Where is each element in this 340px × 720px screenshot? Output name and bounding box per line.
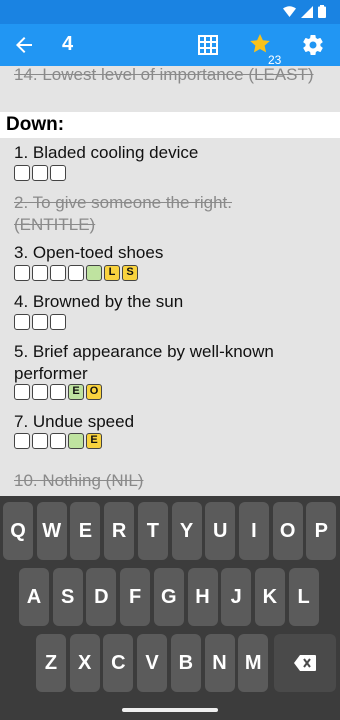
answer-boxes-down-1[interactable] xyxy=(14,165,66,181)
answer-box[interactable] xyxy=(86,265,102,281)
answer-boxes-down-4[interactable] xyxy=(14,314,66,330)
answer-box[interactable] xyxy=(50,265,66,281)
answer-box[interactable] xyxy=(50,314,66,330)
key-n[interactable]: N xyxy=(204,634,235,692)
key-r[interactable]: R xyxy=(104,502,135,560)
answer-boxes-down-5[interactable]: EO xyxy=(14,384,102,400)
backspace-icon xyxy=(294,655,316,671)
key-l[interactable]: L xyxy=(288,568,319,626)
key-t[interactable]: T xyxy=(137,502,168,560)
key-x[interactable]: X xyxy=(69,634,100,692)
answer-box[interactable]: O xyxy=(86,384,102,400)
down-section-header: Down: xyxy=(0,112,340,138)
clue-down-4[interactable]: 4. Browned by the sun xyxy=(14,291,183,313)
star-count: 23 xyxy=(268,53,282,67)
key-h[interactable]: H xyxy=(187,568,218,626)
answer-box[interactable]: S xyxy=(122,265,138,281)
backspace-key[interactable] xyxy=(274,634,336,692)
signal-icon xyxy=(301,5,313,18)
key-m[interactable]: M xyxy=(238,634,269,692)
clue-down-2[interactable]: 2. To give someone the right. (ENTITLE) xyxy=(14,192,314,236)
app-bar: 4 23 xyxy=(0,24,340,67)
answer-box[interactable] xyxy=(14,165,30,181)
key-w[interactable]: W xyxy=(36,502,67,560)
key-e[interactable]: E xyxy=(70,502,101,560)
answer-box[interactable] xyxy=(50,165,66,181)
clue-list[interactable]: 14. Lowest level of importance (LEAST) D… xyxy=(0,66,340,496)
key-b[interactable]: B xyxy=(170,634,201,692)
clue-down-10[interactable]: 10. Nothing (NIL) xyxy=(14,470,143,492)
key-y[interactable]: Y xyxy=(171,502,202,560)
key-a[interactable]: A xyxy=(19,568,49,626)
keyboard: QWERTYUIOP ASDFGHJKL ZXCVBNM xyxy=(0,496,340,700)
answer-box[interactable] xyxy=(14,314,30,330)
answer-box[interactable]: E xyxy=(86,433,102,449)
key-g[interactable]: G xyxy=(153,568,184,626)
status-bar xyxy=(0,0,340,24)
key-u[interactable]: U xyxy=(205,502,236,560)
back-arrow-icon[interactable] xyxy=(12,33,36,57)
key-k[interactable]: K xyxy=(254,568,285,626)
clue-down-3[interactable]: 3. Open-toed shoes xyxy=(14,242,163,264)
answer-box[interactable] xyxy=(14,384,30,400)
key-v[interactable]: V xyxy=(137,634,168,692)
answer-box[interactable] xyxy=(50,384,66,400)
clue-down-5[interactable]: 5. Brief appearance by well-known perfor… xyxy=(14,341,314,385)
answer-box[interactable] xyxy=(32,314,48,330)
key-d[interactable]: D xyxy=(86,568,117,626)
wifi-icon xyxy=(283,6,296,17)
gear-icon[interactable] xyxy=(301,33,325,57)
answer-boxes-down-7[interactable]: E xyxy=(14,433,102,449)
answer-box[interactable]: E xyxy=(68,384,84,400)
current-clue-number: 4 xyxy=(62,33,74,55)
key-j[interactable]: J xyxy=(221,568,252,626)
key-p[interactable]: P xyxy=(306,502,337,560)
grid-icon[interactable] xyxy=(197,34,219,56)
answer-box[interactable] xyxy=(32,433,48,449)
key-s[interactable]: S xyxy=(52,568,83,626)
answer-box[interactable] xyxy=(32,384,48,400)
clue-across-14[interactable]: 14. Lowest level of importance (LEAST) xyxy=(14,66,314,86)
key-c[interactable]: C xyxy=(103,634,134,692)
key-f[interactable]: F xyxy=(120,568,151,626)
answer-box[interactable] xyxy=(68,265,84,281)
key-i[interactable]: I xyxy=(238,502,269,560)
key-o[interactable]: O xyxy=(272,502,303,560)
answer-box[interactable] xyxy=(32,165,48,181)
answer-box[interactable] xyxy=(68,433,84,449)
answer-boxes-down-3[interactable]: LS xyxy=(14,265,138,281)
home-gesture-handle[interactable] xyxy=(122,708,218,712)
answer-box[interactable] xyxy=(14,433,30,449)
key-z[interactable]: Z xyxy=(36,634,66,692)
answer-box[interactable] xyxy=(32,265,48,281)
key-q[interactable]: Q xyxy=(3,502,33,560)
clue-down-7[interactable]: 7. Undue speed xyxy=(14,411,134,433)
answer-box[interactable]: L xyxy=(104,265,120,281)
clue-down-1[interactable]: 1. Bladed cooling device xyxy=(14,142,198,164)
answer-box[interactable] xyxy=(14,265,30,281)
answer-box[interactable] xyxy=(50,433,66,449)
navigation-bar xyxy=(0,700,340,720)
battery-icon xyxy=(318,5,326,18)
